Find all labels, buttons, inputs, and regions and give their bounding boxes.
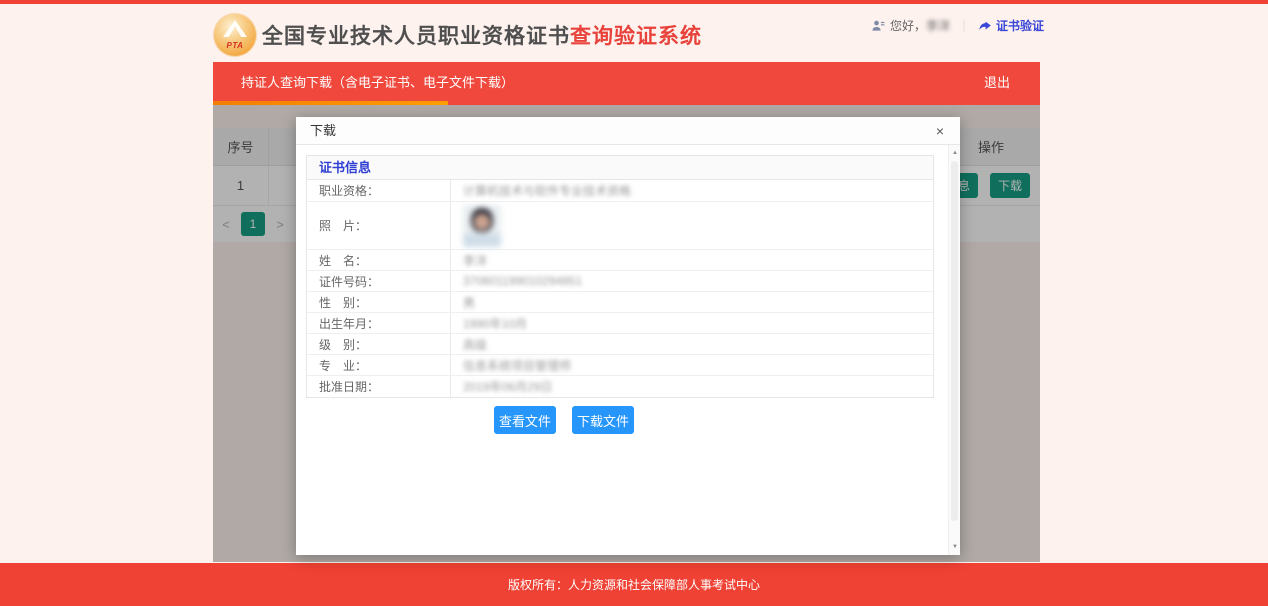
field-row-level: 级 别： 高级 <box>307 334 933 355</box>
site-header: PTA 全国专业技术人员职业资格证书查询验证系统 您好， 李洋 ｜ 证书验证 <box>0 4 1268 62</box>
field-value-redacted: 370601199010294851 <box>451 271 933 291</box>
modal-scrollbar[interactable]: ▲ ▼ <box>948 145 960 555</box>
field-label: 批准日期： <box>307 376 451 397</box>
field-value-redacted: 男 <box>451 292 933 312</box>
pta-logo: PTA <box>214 14 256 56</box>
logout-button[interactable]: 退出 <box>984 62 1010 105</box>
field-row-name: 姓 名： 李洋 <box>307 250 933 271</box>
field-value <box>451 202 933 249</box>
field-value-redacted: 李洋 <box>451 250 933 270</box>
certificate-info-section-title: 证书信息 <box>307 156 933 180</box>
field-row-id-number: 证件号码： 370601199010294851 <box>307 271 933 292</box>
field-value-redacted: 计算机技术与软件专业技术资格 <box>451 180 933 201</box>
user-name-redacted: 李洋 <box>926 17 950 34</box>
field-label: 级 别： <box>307 334 451 354</box>
download-file-button[interactable]: 下载文件 <box>572 406 634 434</box>
field-value-redacted: 2019年06月29日 <box>451 376 933 397</box>
field-row-major: 专 业： 信息系统项目管理师 <box>307 355 933 376</box>
field-label: 专 业： <box>307 355 451 375</box>
certificate-info-box: 证书信息 职业资格： 计算机技术与软件专业技术资格 照 片： 姓 名： 李洋 证… <box>306 155 934 398</box>
scrollbar-up-arrow-icon[interactable]: ▲ <box>949 147 961 159</box>
field-label: 姓 名： <box>307 250 451 270</box>
tab-holder-query-download[interactable]: 持证人查询下载（含电子证书、电子文件下载） <box>241 62 514 105</box>
modal-actions: 查看文件 下载文件 <box>296 406 960 434</box>
view-file-button[interactable]: 查看文件 <box>494 406 556 434</box>
site-title-main: 全国专业技术人员职业资格证书 <box>262 25 570 48</box>
logo-pta-text: PTA <box>227 41 244 50</box>
modal-header: 下载 × <box>296 117 960 145</box>
field-value-redacted: 1990年10月 <box>451 313 933 333</box>
person-icon <box>871 19 885 33</box>
field-label: 照 片： <box>307 202 451 249</box>
field-value-redacted: 信息系统项目管理师 <box>451 355 933 375</box>
close-icon[interactable]: × <box>936 117 944 145</box>
field-row-photo: 照 片： <box>307 202 933 250</box>
site-title-accent: 查询验证系统 <box>570 25 702 48</box>
field-row-birth-date: 出生年月： 1990年10月 <box>307 313 933 334</box>
logo-lotus-shape <box>223 20 247 37</box>
field-label: 出生年月： <box>307 313 451 333</box>
field-row-qualification: 职业资格： 计算机技术与软件专业技术资格 <box>307 180 933 202</box>
share-arrow-icon <box>978 19 992 33</box>
field-value-redacted: 高级 <box>451 334 933 354</box>
modal-title: 下载 <box>310 123 336 138</box>
certificate-verify-link[interactable]: 证书验证 <box>978 17 1044 34</box>
modal-body: 证书信息 职业资格： 计算机技术与软件专业技术资格 照 片： 姓 名： 李洋 证… <box>296 155 960 565</box>
verify-link-label: 证书验证 <box>996 17 1044 34</box>
field-label: 性 别： <box>307 292 451 312</box>
greeting-separator: ｜ <box>958 17 970 34</box>
field-row-gender: 性 别： 男 <box>307 292 933 313</box>
site-title: 全国专业技术人员职业资格证书查询验证系统 <box>262 20 702 50</box>
certificate-photo <box>463 205 501 247</box>
brand: PTA 全国专业技术人员职业资格证书查询验证系统 <box>214 14 702 56</box>
field-row-approval-date: 批准日期： 2019年06月29日 <box>307 376 933 397</box>
download-modal: 下载 × 证书信息 职业资格： 计算机技术与软件专业技术资格 照 片： 姓 名：… <box>296 117 960 555</box>
field-label: 证件号码： <box>307 271 451 291</box>
scrollbar-down-arrow-icon[interactable]: ▼ <box>949 541 961 553</box>
greeting-text: 您好， <box>890 17 926 34</box>
field-label: 职业资格： <box>307 180 451 201</box>
navbar: 持证人查询下载（含电子证书、电子文件下载） 退出 <box>213 62 1040 105</box>
copyright-text: 版权所有：人力资源和社会保障部人事考试中心 <box>508 576 760 593</box>
scrollbar-thumb[interactable] <box>951 161 958 521</box>
page-footer: 版权所有：人力资源和社会保障部人事考试中心 <box>0 563 1268 606</box>
user-greeting: 您好， 李洋 ｜ 证书验证 <box>871 17 1044 34</box>
photo-shirt <box>463 234 501 247</box>
